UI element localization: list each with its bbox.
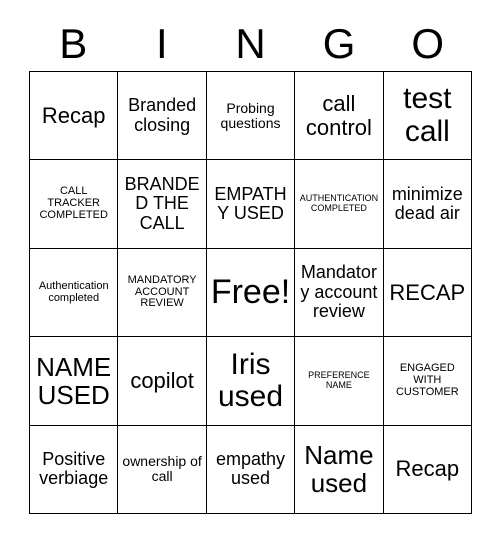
bingo-cell-label: copilot <box>130 368 194 394</box>
bingo-cell-n5[interactable]: empathy used <box>206 425 296 515</box>
bingo-cell-o2[interactable]: minimize dead air <box>383 160 473 249</box>
bingo-cell-label: CALL TRACKER COMPLETED <box>39 185 108 222</box>
bingo-cell-o1[interactable]: test call <box>383 72 473 161</box>
bingo-cell-g2[interactable]: AUTHENTICATION COMPLETED <box>295 160 384 249</box>
bingo-cell-label: Recap <box>395 456 460 482</box>
bingo-cell-g1[interactable]: call control <box>295 72 384 161</box>
bingo-cell-n1[interactable]: Probing questions <box>206 72 296 161</box>
bingo-cell-i2[interactable]: BRANDED THE CALL <box>118 160 207 249</box>
bingo-cell-label: ownership of call <box>122 453 202 485</box>
bingo-cell-o4[interactable]: ENGAGED WITH CUSTOMER <box>383 337 473 426</box>
bingo-cell-label: Probing questions <box>220 99 281 131</box>
bingo-cell-b2[interactable]: CALL TRACKER COMPLETED <box>30 160 119 249</box>
bingo-cell-label: Authentication completed <box>38 279 109 304</box>
bingo-cell-o5[interactable]: Recap <box>383 425 473 515</box>
bingo-header-letter-n: N <box>235 20 266 67</box>
bingo-cell-g5[interactable]: Name used <box>295 425 384 515</box>
bingo-header-letter-i: I <box>156 20 168 67</box>
bingo-cell-n4[interactable]: Iris used <box>206 337 296 426</box>
bingo-cell-i1[interactable]: Branded closing <box>118 72 207 161</box>
bingo-cell-g3[interactable]: Mandatory account review <box>295 248 384 338</box>
bingo-header-letter-o: O <box>411 20 444 67</box>
bingo-cell-label: RECAP <box>389 279 466 305</box>
bingo-cell-label: PREFERENCE NAME <box>308 370 370 390</box>
bingo-cell-label: Positive verbiage <box>39 448 109 489</box>
bingo-cell-label: Free! <box>210 273 291 312</box>
bingo-cell-b4[interactable]: NAME USED <box>30 337 119 426</box>
bingo-header-letter-g: G <box>322 20 356 67</box>
bingo-cell-free-space[interactable]: Free! <box>206 248 296 338</box>
bingo-card: B I N G O Recap Branded closing Probing … <box>0 0 500 544</box>
bingo-cell-i5[interactable]: ownership of call <box>118 425 207 515</box>
bingo-cell-label: Mandatory account review <box>300 262 378 322</box>
bingo-cell-b3[interactable]: Authentication completed <box>30 248 119 338</box>
bingo-cell-label: Name used <box>304 440 374 499</box>
bingo-cell-label: Recap <box>41 102 106 128</box>
bingo-cell-label: AUTHENTICATION COMPLETED <box>299 193 379 214</box>
bingo-row: CALL TRACKER COMPLETED BRANDED THE CALL … <box>30 160 473 249</box>
bingo-cell-label: ENGAGED WITH CUSTOMER <box>395 362 459 398</box>
bingo-cell-label: Iris used <box>217 347 284 413</box>
bingo-cell-label: empathy used <box>215 448 286 489</box>
bingo-cell-g4[interactable]: PREFERENCE NAME <box>295 337 384 426</box>
bingo-cell-label: BRANDED THE CALL <box>124 173 200 233</box>
bingo-cell-label: minimize dead air <box>391 183 463 224</box>
bingo-header-letter-b: B <box>59 20 88 67</box>
bingo-cell-label: MANDATORY ACCOUNT REVIEW <box>127 273 197 310</box>
bingo-header-row: B I N G O <box>29 18 472 70</box>
bingo-row: Recap Branded closing Probing questions … <box>30 72 473 161</box>
bingo-cell-b5[interactable]: Positive verbiage <box>30 425 119 515</box>
bingo-cell-label: test call <box>403 82 452 148</box>
bingo-cell-i3[interactable]: MANDATORY ACCOUNT REVIEW <box>118 248 207 338</box>
bingo-row: Authentication completed MANDATORY ACCOU… <box>30 248 473 338</box>
bingo-row: NAME USED copilot Iris used PREFERENCE N… <box>30 337 473 426</box>
bingo-grid: Recap Branded closing Probing questions … <box>29 71 473 515</box>
bingo-cell-label: Branded closing <box>128 95 197 135</box>
bingo-cell-b1[interactable]: Recap <box>30 72 119 161</box>
bingo-cell-i4[interactable]: copilot <box>118 337 207 426</box>
bingo-cell-n2[interactable]: EMPATHY USED <box>206 160 296 249</box>
bingo-cell-label: call control <box>305 90 372 140</box>
bingo-cell-o3[interactable]: RECAP <box>383 248 473 338</box>
bingo-row: Positive verbiage ownership of call empa… <box>30 425 473 515</box>
bingo-cell-label: EMPATHY USED <box>214 183 287 224</box>
bingo-cell-label: NAME USED <box>36 351 112 410</box>
